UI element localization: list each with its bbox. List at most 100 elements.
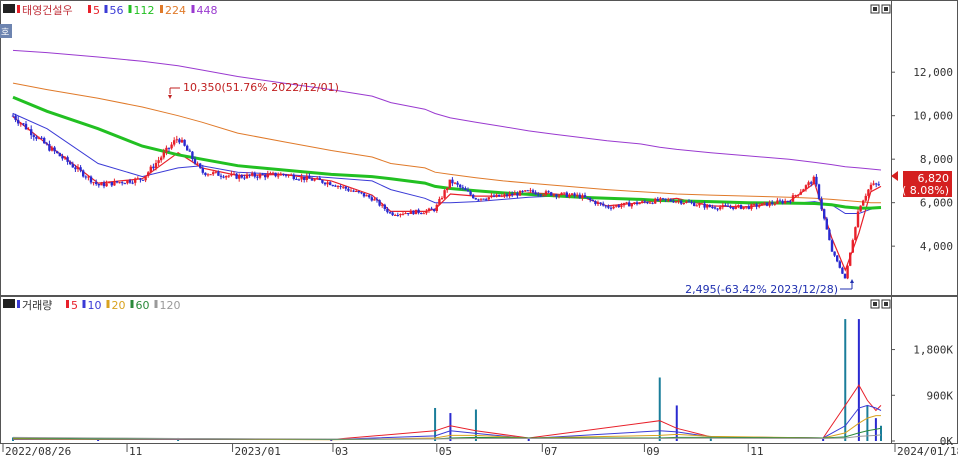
legend-label-224: 224 bbox=[165, 4, 186, 17]
candle-body bbox=[238, 175, 241, 179]
candle-body bbox=[391, 212, 394, 216]
candle-body bbox=[381, 204, 384, 206]
legend-label-20: 20 bbox=[112, 299, 126, 312]
candle-body bbox=[30, 129, 33, 136]
candle-body bbox=[243, 177, 246, 179]
candle-body bbox=[277, 175, 280, 177]
candle-body bbox=[625, 202, 628, 204]
candle-body bbox=[274, 172, 277, 177]
candle-body bbox=[222, 176, 225, 178]
candle-body bbox=[550, 192, 553, 196]
candle-body bbox=[856, 211, 860, 228]
x-tick-label: 2024/01/18 bbox=[897, 445, 958, 458]
candle-body bbox=[303, 176, 306, 180]
candle-body bbox=[578, 194, 581, 199]
volume-marker-icon bbox=[17, 300, 20, 308]
candle-body bbox=[534, 192, 537, 195]
candle-body bbox=[430, 208, 433, 210]
candle-body bbox=[167, 147, 171, 149]
candle-body bbox=[282, 173, 285, 175]
price-tick-label: 4,000 bbox=[920, 240, 953, 253]
candle-body bbox=[487, 197, 490, 200]
candle-body bbox=[414, 209, 418, 215]
candle-body bbox=[253, 173, 256, 177]
candle-body bbox=[524, 190, 527, 192]
candle-body bbox=[599, 202, 602, 204]
candle-body bbox=[212, 172, 215, 175]
candle-body bbox=[817, 184, 821, 199]
candle-body bbox=[217, 171, 220, 176]
candle-body bbox=[797, 194, 800, 196]
candle-body bbox=[92, 182, 95, 184]
candle-body bbox=[830, 240, 834, 252]
candle-body bbox=[563, 192, 566, 194]
candle-body bbox=[708, 204, 711, 208]
candle-body bbox=[768, 202, 771, 206]
candle-body bbox=[453, 182, 457, 184]
panel-menu-icon[interactable] bbox=[3, 4, 15, 13]
candle-body bbox=[511, 193, 514, 196]
candle-body bbox=[781, 200, 784, 204]
candle-body bbox=[607, 206, 610, 208]
candle-body bbox=[846, 265, 849, 279]
candle-body bbox=[79, 167, 82, 171]
candle-body bbox=[516, 193, 519, 196]
candle-body bbox=[251, 173, 254, 176]
candle-body bbox=[646, 202, 649, 204]
candle-body bbox=[726, 205, 730, 207]
candle-body bbox=[719, 207, 722, 210]
candle-body bbox=[355, 191, 358, 193]
candle-body bbox=[76, 167, 80, 170]
candle-body bbox=[635, 202, 639, 205]
candle-body bbox=[433, 209, 436, 211]
x-tick-label: 05 bbox=[439, 445, 452, 458]
candle-body bbox=[149, 166, 152, 173]
candle-body bbox=[297, 179, 301, 181]
candle-body bbox=[773, 203, 776, 205]
candle-body bbox=[513, 193, 516, 196]
candle-body bbox=[186, 145, 189, 151]
candle-body bbox=[256, 176, 259, 178]
volume-bar bbox=[449, 413, 452, 441]
candle-body bbox=[537, 194, 540, 196]
candle-body bbox=[279, 173, 282, 176]
candle-body bbox=[526, 190, 529, 192]
candle-body bbox=[732, 207, 735, 209]
candle-body bbox=[368, 195, 371, 198]
price-tick-label: 10,000 bbox=[913, 110, 953, 123]
candle-body bbox=[318, 178, 321, 181]
candle-body bbox=[313, 179, 316, 181]
candle-body bbox=[573, 193, 576, 196]
candle-body bbox=[508, 193, 511, 197]
legend-label-120: 120 bbox=[160, 299, 181, 312]
candle-body bbox=[22, 123, 25, 125]
legend-swatch-56 bbox=[104, 5, 108, 13]
candle-body bbox=[583, 195, 587, 198]
price-legend: 태영건설우 5 56 112 224 448 bbox=[3, 4, 218, 17]
volume-title: 거래량 bbox=[22, 299, 52, 312]
candle-body bbox=[27, 129, 30, 131]
candle-body bbox=[152, 166, 155, 169]
candle-body bbox=[56, 151, 59, 153]
legend-swatch-120 bbox=[154, 300, 158, 308]
candle-body bbox=[71, 164, 74, 168]
candle-body bbox=[474, 198, 477, 200]
candle-body bbox=[760, 203, 763, 206]
candle-body bbox=[139, 178, 142, 180]
candle-body bbox=[230, 173, 233, 176]
candle-body bbox=[672, 201, 675, 203]
candle-body bbox=[747, 206, 750, 209]
candle-body bbox=[45, 143, 48, 145]
candle-body bbox=[641, 201, 644, 203]
candle-body bbox=[557, 195, 561, 197]
candle-body bbox=[147, 172, 150, 177]
candle-body bbox=[586, 197, 589, 199]
volume-bar bbox=[527, 438, 530, 441]
candle-body bbox=[154, 162, 158, 169]
volume-panel-menu-icon[interactable] bbox=[3, 299, 15, 308]
candle-body bbox=[422, 213, 425, 215]
x-tick-label: 11 bbox=[129, 445, 142, 458]
candle-body bbox=[102, 182, 106, 187]
candle-body bbox=[360, 192, 363, 194]
candle-body bbox=[802, 189, 805, 192]
